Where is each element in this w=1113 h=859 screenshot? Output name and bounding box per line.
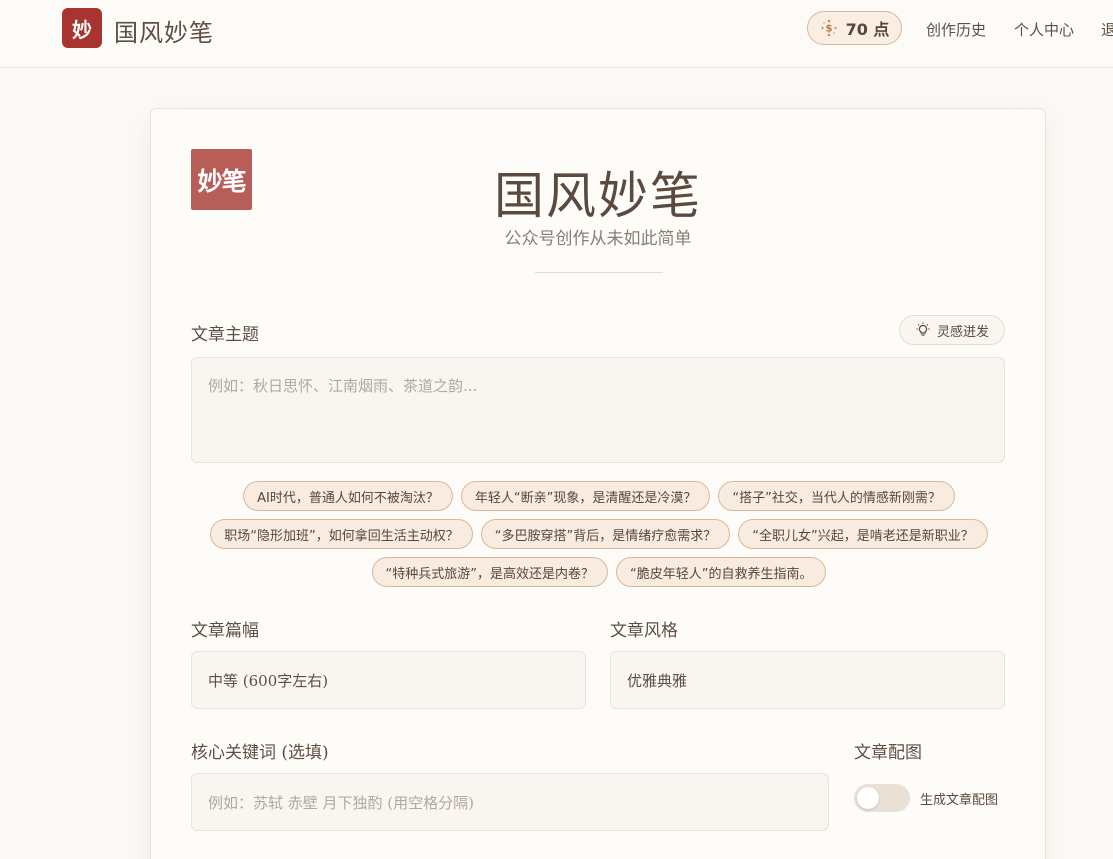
keywords-input[interactable]: 例如：苏轼 赤壁 月下独酌 (用空格分隔) [191,773,829,831]
title-divider [535,272,663,273]
suggestion-row-2: 职场“隐形加班”，如何拿回生活主动权？ “多巴胺穿搭”背后，是情绪疗愈需求？ “… [151,519,1047,549]
nav-profile-link[interactable]: 个人中心 [1014,19,1074,40]
image-label: 文章配图 [854,743,922,763]
nav-logout-link[interactable]: 退出 [1101,19,1113,40]
length-label: 文章篇幅 [191,621,259,641]
suggestion-chip[interactable]: “多巴胺穿搭”背后，是情绪疗愈需求？ [480,519,731,549]
topic-label: 文章主题 [191,325,259,345]
suggestion-chip[interactable]: 职场“隐形加班”，如何拿回生活主动权？ [210,519,473,549]
suggestion-chip[interactable]: AI时代，普通人如何不被淘汰？ [243,481,453,511]
svg-text:$: $ [825,24,832,35]
card-title: 国风妙笔 [494,167,702,225]
creation-card: 妙笔 国风妙笔 公众号创作从未如此简单 文章主题 灵感迸发 例如：秋日思怀、江南… [150,108,1046,859]
logo-badge[interactable]: 妙 [62,8,102,48]
top-header: 妙 国风妙笔 $ 70 点 创作历史 个人中心 退出 [0,0,1113,68]
lightbulb-icon [916,322,930,336]
suggestion-chip[interactable]: “搭子”社交，当代人的情感新刚需？ [718,481,955,511]
suggestion-row-3: “特种兵式旅游”，是高效还是内卷？ “脆皮年轻人”的自救养生指南。 [151,557,1047,587]
suggestion-chip[interactable]: “特种兵式旅游”，是高效还是内卷？ [371,557,608,587]
suggestion-chip[interactable]: 年轻人“断亲”现象，是清醒还是冷漠？ [460,481,711,511]
style-select[interactable]: 优雅典雅 [610,651,1005,709]
suggestion-chip[interactable]: “脆皮年轻人”的自救养生指南。 [616,557,827,587]
style-label: 文章风格 [610,621,678,641]
points-value: 70 点 [845,20,890,39]
app-title: 国风妙笔 [114,19,214,47]
points-badge[interactable]: $ 70 点 [807,11,902,45]
length-select[interactable]: 中等 (600字左右) [191,651,586,709]
nav-history-link[interactable]: 创作历史 [926,19,986,40]
inspire-button[interactable]: 灵感迸发 [899,315,1005,345]
keywords-label: 核心关键词 (选填) [191,743,329,763]
suggestion-chip[interactable]: “全职儿女”兴起，是啃老还是新职业？ [738,519,988,549]
topic-textarea[interactable]: 例如：秋日思怀、江南烟雨、茶道之韵... [191,357,1005,463]
toggle-knob [857,787,879,809]
suggestion-row-1: AI时代，普通人如何不被淘汰？ 年轻人“断亲”现象，是清醒还是冷漠？ “搭子”社… [151,481,1047,511]
card-subtitle: 公众号创作从未如此简单 [504,229,692,249]
image-toggle-label: 生成文章配图 [920,793,999,808]
inspire-button-label: 灵感迸发 [936,324,989,340]
coin-sparkle-icon: $ [820,19,837,37]
image-toggle[interactable] [854,784,910,812]
